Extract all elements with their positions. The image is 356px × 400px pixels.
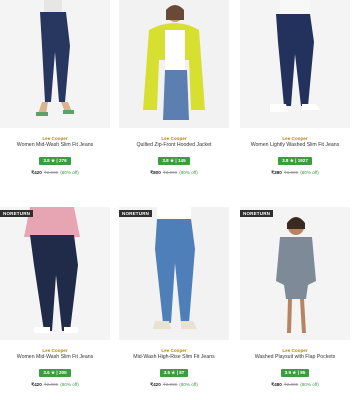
product-card[interactable]: NORETURN Lee Cooper Women Mid-Wash Slim … — [0, 207, 110, 400]
noreturn-badge: NORETURN — [240, 210, 274, 217]
price: ₹420 — [150, 382, 161, 387]
product-title[interactable]: Women Mid-Wash Slim Fit Jeans — [0, 354, 110, 361]
product-image[interactable]: NORETURN — [0, 207, 110, 340]
noreturn-badge: NORETURN — [119, 210, 153, 217]
price-row: ₹420 ₹2,099 (80% off) — [0, 382, 110, 388]
price-row: ₹420 ₹2,999 (80% off) — [0, 170, 110, 176]
discount: (80% off) — [60, 382, 79, 387]
price: ₹480 — [271, 382, 282, 387]
mrp: ₹3,999 — [162, 170, 178, 175]
mrp: ₹1,899 — [283, 170, 299, 175]
product-image[interactable] — [0, 0, 110, 128]
product-title[interactable]: Washed Playsuit with Flap Pockets — [240, 354, 350, 361]
product-image[interactable] — [119, 0, 229, 128]
product-image[interactable] — [240, 0, 350, 128]
product-card[interactable]: Lee Cooper Women Lightly Washed Slim Fit… — [240, 0, 350, 200]
mrp: ₹2,999 — [43, 170, 59, 175]
product-card[interactable]: NORETURN Lee Cooper Mid-Wash High-Rise S… — [119, 207, 229, 400]
price: ₹380 — [271, 170, 282, 175]
discount: (80% off) — [60, 170, 79, 175]
discount: (80% off) — [300, 382, 319, 387]
rating-badge: 3.9 ★ | 85 — [280, 369, 310, 377]
mrp: ₹2,399 — [283, 382, 299, 387]
mrp: ₹2,099 — [43, 382, 59, 387]
product-image[interactable]: NORETURN — [240, 207, 350, 340]
rating-badge: 3.6 ★ | 87 — [159, 369, 189, 377]
product-card[interactable]: NORETURN Lee Cooper Washed Playsuit with… — [240, 207, 350, 400]
discount: (80% off) — [179, 382, 198, 387]
price-row: ₹480 ₹2,399 (80% off) — [240, 382, 350, 388]
product-image[interactable]: NORETURN — [119, 207, 229, 340]
product-title[interactable]: Mid-Wash High-Rise Slim Fit Jeans — [119, 354, 229, 361]
discount: (80% off) — [179, 170, 198, 175]
product-grid: Lee Cooper Women Mid-Wash Slim Fit Jeans… — [0, 0, 356, 400]
price: ₹800 — [150, 170, 161, 175]
product-title[interactable]: Women Mid-Wash Slim Fit Jeans — [0, 142, 110, 149]
discount: (80% off) — [300, 170, 319, 175]
price-row: ₹420 ₹2,099 (80% off) — [119, 382, 229, 388]
rating-badge: 3.8 ★ | 145 — [158, 157, 190, 165]
rating-badge: 3.8 ★ | 1927 — [278, 157, 312, 165]
price-row: ₹380 ₹1,899 (80% off) — [240, 170, 350, 176]
product-card[interactable]: Lee Cooper Women Mid-Wash Slim Fit Jeans… — [0, 0, 110, 200]
product-title[interactable]: Quilted Zip-Front Hooded Jacket — [119, 142, 229, 149]
product-card[interactable]: Lee Cooper Quilted Zip-Front Hooded Jack… — [119, 0, 229, 200]
noreturn-badge: NORETURN — [0, 210, 34, 217]
price: ₹420 — [31, 170, 42, 175]
mrp: ₹2,099 — [162, 382, 178, 387]
rating-badge: 3.8 ★ | 276 — [39, 157, 71, 165]
price: ₹420 — [31, 382, 42, 387]
product-title[interactable]: Women Lightly Washed Slim Fit Jeans — [240, 142, 350, 149]
price-row: ₹800 ₹3,999 (80% off) — [119, 170, 229, 176]
rating-badge: 3.6 ★ | 205 — [39, 369, 71, 377]
